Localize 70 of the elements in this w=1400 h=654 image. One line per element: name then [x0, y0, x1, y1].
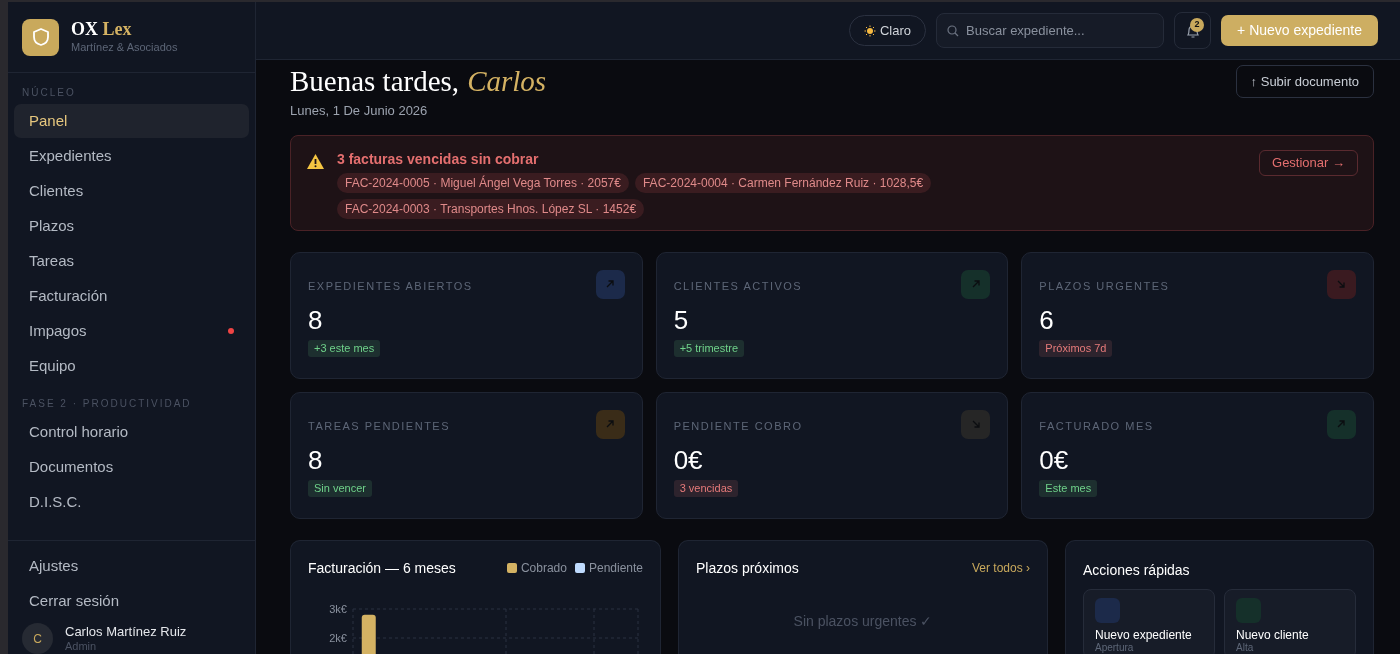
brand-name: OX Lex	[71, 18, 133, 39]
nav-item[interactable]: Ajustes	[14, 549, 249, 584]
sun-icon	[864, 24, 876, 37]
stat-badge: Sin vencer	[308, 479, 372, 497]
axis-tick-label: 3k€	[329, 602, 347, 615]
nav-item[interactable]: Cerrar sesión	[14, 584, 249, 619]
stat-value: 8	[308, 304, 324, 335]
firm-name: Martínez & Asociados	[71, 39, 178, 55]
section-heading: FASE 2 · PRODUCTIVIDAD	[21, 397, 193, 411]
nav-item[interactable]: Documentos	[14, 450, 249, 484]
user-role: Admin	[65, 638, 98, 654]
stat-value: 0€	[673, 444, 704, 475]
nav-item[interactable]: Expedientes	[14, 139, 249, 173]
nav-item[interactable]: Control horario	[14, 415, 249, 449]
stat-badge: Próximos 7d	[1039, 339, 1113, 357]
nav-item[interactable]: Tareas	[14, 244, 249, 278]
stat-badge: Este mes	[1039, 479, 1098, 497]
quick-action-button[interactable]: Nuevo expediente Apertura	[1083, 588, 1215, 654]
quick-action-button[interactable]: Nuevo cliente Alta	[1224, 588, 1356, 654]
manage-button[interactable]: Gestionar →	[1259, 149, 1358, 176]
logo-icon	[22, 18, 59, 56]
card-title: Acciones rápidas	[1083, 561, 1190, 578]
alert-title: 3 facturas vencidas sin cobrar	[337, 149, 540, 168]
notification-count: 2	[1190, 18, 1205, 32]
nav-item[interactable]: Plazos	[14, 209, 249, 243]
search-field[interactable]: Buscar expediente...	[936, 13, 1165, 48]
action-label: Nuevo cliente	[1236, 627, 1310, 642]
action-subtitle: Apertura	[1095, 641, 1134, 654]
stat-label: PENDIENTE COBRO	[673, 418, 803, 434]
stat-badge: +5 trimestre	[673, 339, 745, 357]
section-heading: NÚCLEO	[21, 85, 77, 100]
stat-value: 8	[308, 444, 324, 475]
stat-label: PLAZOS URGENTES	[1039, 278, 1170, 294]
see-all-link[interactable]: Ver todos ›	[971, 559, 1030, 577]
stat-value: 0€	[1039, 444, 1070, 475]
stat-label: CLIENTES ACTIVOS	[673, 278, 803, 294]
user-name: Carlos Martínez Ruiz	[65, 623, 187, 639]
legend-label: Pendiente	[588, 560, 643, 577]
stat-label: TAREAS PENDIENTES	[308, 418, 451, 434]
invoice-tag: FAC-2024-0003 · Transportes Hnos. López SL · 1452€	[337, 198, 645, 219]
search-icon	[947, 25, 960, 37]
chart-bar	[361, 614, 376, 654]
action-label: Nuevo expediente	[1095, 627, 1193, 642]
invoice-tag: FAC-2024-0004 · Carmen Fernández Ruiz · 1028,5€	[634, 172, 932, 193]
nav-item[interactable]: Facturación	[14, 279, 249, 313]
user-first-name: Carlos	[467, 64, 547, 99]
stat-label: EXPEDIENTES ABIERTOS	[308, 278, 473, 294]
warning-icon	[306, 152, 325, 170]
nav-item[interactable]: D.I.S.C.	[14, 485, 249, 519]
stat-value: 5	[673, 304, 690, 335]
invoice-tag: FAC-2024-0005 · Miguel Ángel Vega Torres · 2057€	[337, 172, 629, 193]
nav-item[interactable]: Impagos	[14, 314, 249, 348]
chart-title: Facturación — 6 meses	[308, 558, 456, 578]
action-subtitle: Alta	[1236, 641, 1255, 654]
axis-tick-label: 2k€	[329, 631, 347, 644]
nav-item[interactable]: Clientes	[14, 174, 249, 208]
empty-message: Sin plazos urgentes ✓	[793, 611, 933, 631]
nav-item[interactable]: Panel	[14, 104, 249, 138]
notifications-button[interactable]: 2	[1174, 12, 1212, 49]
date-text: Lunes, 1 De Junio 2026	[290, 102, 429, 120]
nav-item[interactable]: Equipo	[14, 349, 249, 383]
upload-document-button[interactable]: ↑ Subir documento	[1235, 65, 1374, 98]
card-title: Plazos próximos	[696, 558, 799, 578]
legend-label: Cobrado	[520, 560, 567, 577]
stat-value: 6	[1039, 304, 1055, 335]
avatar: C	[22, 623, 53, 654]
stat-badge: 3 vencidas	[673, 479, 739, 497]
stat-label: FACTURADO MES	[1039, 418, 1154, 434]
stat-badge: +3 este mes	[308, 339, 381, 357]
greeting-text: Buenas tardes,	[290, 64, 460, 99]
